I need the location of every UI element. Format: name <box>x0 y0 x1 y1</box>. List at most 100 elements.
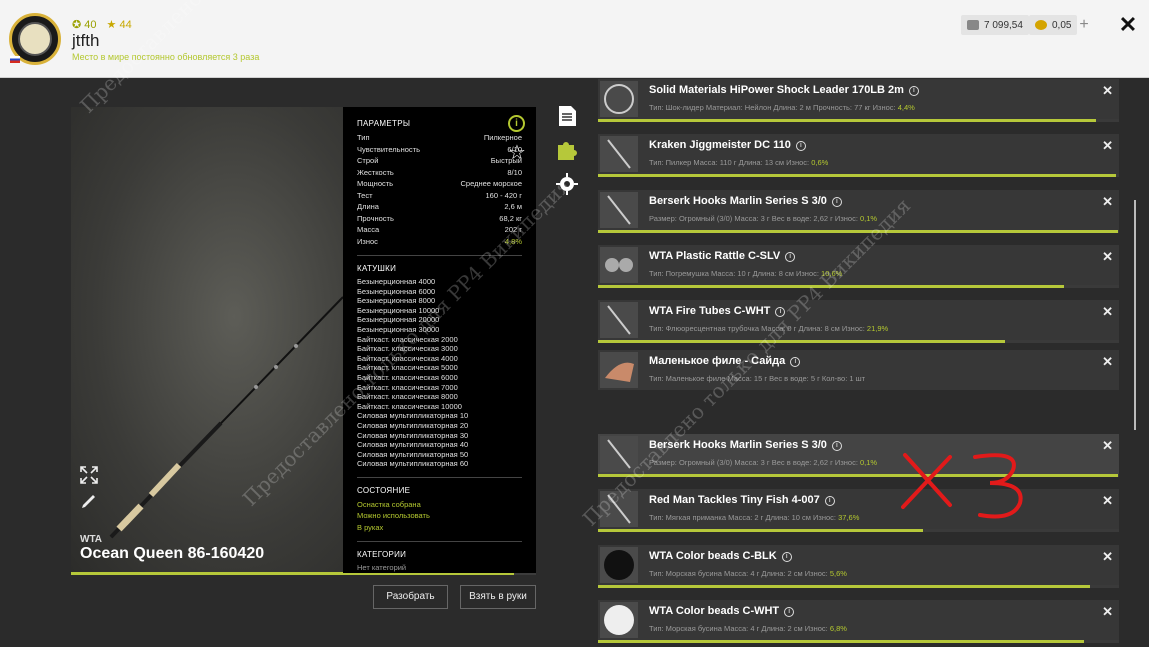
tackle-wear: 6,8% <box>829 624 847 633</box>
silver-amount: 7 099,54 <box>984 19 1023 31</box>
info-icon[interactable]: i <box>784 607 795 617</box>
remove-item-icon[interactable]: ✕ <box>1102 493 1113 509</box>
tackle-item[interactable]: Berserk Hooks Marlin Series S 3/0 i Размер… <box>598 190 1119 230</box>
tackle-durability-fill <box>598 529 924 532</box>
remove-item-icon[interactable]: ✕ <box>1102 304 1113 320</box>
param-name: Длина <box>357 202 379 211</box>
params-list: Тип Пилкерное Чувствительность 6/10 Строй Быс… <box>357 132 522 247</box>
remove-item-icon[interactable]: ✕ <box>1102 249 1113 265</box>
tackle-description: Тип: Шок-лидер Материал: Нейлон Длина: 2… <box>649 103 915 112</box>
reel-item: Байткаст. классическая 5000 <box>357 363 458 373</box>
info-icon[interactable]: i <box>790 357 801 367</box>
tackle-durability-fill <box>598 585 1090 588</box>
param-name: Масса <box>357 225 380 234</box>
info-icon[interactable]: i <box>824 496 835 506</box>
remove-item-icon[interactable]: ✕ <box>1102 604 1113 620</box>
state-title: СОСТОЯНИЕ <box>357 485 411 495</box>
info-icon[interactable]: i <box>795 141 806 151</box>
rod-brand: WTA <box>80 534 103 545</box>
reel-item: Силовая мультипликаторная 20 <box>357 420 469 430</box>
tackle-wear: 37,6% <box>838 513 860 522</box>
info-icon[interactable]: i <box>775 307 786 317</box>
tackle-name: Kraken Jiggmeister DC 110 i <box>649 139 806 151</box>
tackle-item[interactable]: Red Man Tackles Tiny Fish 4-007 i Тип: Мяг… <box>598 489 1119 529</box>
favorite-star-icon[interactable]: ☆ <box>508 140 526 165</box>
info-icon[interactable]: i <box>508 115 525 132</box>
param-row: Тест 160 - 420 г <box>357 190 522 202</box>
info-icon[interactable]: i <box>785 252 796 262</box>
tackle-item[interactable]: WTA Plastic Rattle C-SLV i Тип: Погремушка… <box>598 245 1119 285</box>
state-item: Оснастка собрана <box>357 499 421 509</box>
disassemble-button[interactable]: Разобрать <box>373 585 448 609</box>
tackle-item[interactable]: WTA Color beads C-WHT i Тип: Морская бусин… <box>598 600 1119 640</box>
tackle-durability-fill <box>598 285 1064 288</box>
tackle-name-text: WTA Fire Tubes C-WHT <box>649 305 771 317</box>
tackle-name: Маленькое филе - Сайда i <box>649 355 801 367</box>
tackle-description-text: Тип: Флюоресцентная трубочка Масса: 0 г … <box>649 324 867 333</box>
tackle-name-text: Solid Materials HiPower Shock Leader 170… <box>649 84 904 96</box>
add-currency-button[interactable]: + <box>1074 15 1094 35</box>
tackle-description-text: Тип: Морская бусина Масса: 4 г Длина: 2 … <box>649 569 830 578</box>
param-name: Жесткость <box>357 167 394 177</box>
param-row: Жесткость 8/10 <box>357 167 522 179</box>
tackle-item[interactable]: Solid Materials HiPower Shock Leader 170… <box>598 79 1119 119</box>
remove-item-icon[interactable]: ✕ <box>1102 354 1113 370</box>
remove-item-icon[interactable]: ✕ <box>1102 83 1113 99</box>
tackle-description-text: Тип: Маленькое филе Масса: 15 г Вес в во… <box>649 374 866 383</box>
tackle-durability-fill <box>598 640 1084 643</box>
param-name: Прочность <box>357 213 394 223</box>
divider <box>357 541 522 543</box>
tackle-durability-fill <box>598 340 1005 343</box>
tackle-thumbnail <box>600 81 638 117</box>
scrollbar[interactable] <box>1134 200 1136 430</box>
categories-title: КАТЕГОРИИ <box>357 550 407 560</box>
categories-value: Нет категорий <box>357 563 407 573</box>
info-icon[interactable]: i <box>908 86 919 96</box>
gold-coin-icon <box>1035 20 1047 30</box>
document-icon[interactable] <box>556 105 578 127</box>
tackle-thumbnail <box>600 602 638 638</box>
remove-item-icon[interactable]: ✕ <box>1102 138 1113 154</box>
take-in-hands-button[interactable]: Взять в руки <box>460 585 536 609</box>
reel-item: Силовая мультипликаторная 30 <box>357 430 469 440</box>
tackle-item[interactable]: Berserk Hooks Marlin Series S 3/0 i Размер… <box>598 434 1119 474</box>
tackle-wear: 0,6% <box>811 158 829 167</box>
tackle-name-text: Berserk Hooks Marlin Series S 3/0 <box>649 195 827 207</box>
close-icon[interactable]: ✕ <box>1118 14 1138 36</box>
expand-icon[interactable] <box>80 466 98 484</box>
puzzle-icon[interactable] <box>556 139 578 161</box>
info-icon[interactable]: i <box>831 197 842 207</box>
tackle-name: WTA Fire Tubes C-WHT i <box>649 305 786 317</box>
tackle-description-text: Тип: Пилкер Масса: 110 г Длина: 13 см Из… <box>649 158 812 167</box>
info-icon[interactable]: i <box>831 441 842 451</box>
tackle-thumbnail <box>600 302 638 338</box>
param-value: 160 - 420 г <box>485 190 522 200</box>
x3-annotation <box>901 453 1023 519</box>
tackle-item[interactable]: Kraken Jiggmeister DC 110 i Тип: Пилкер Ма… <box>598 134 1119 174</box>
state-item: Можно использовать <box>357 511 430 521</box>
param-row: Износ 4,8% <box>357 236 522 248</box>
gold-balance: 0,05 <box>1029 15 1078 35</box>
divider <box>357 476 522 478</box>
tackle-wear: 4,4% <box>897 103 915 112</box>
tackle-item[interactable]: WTA Color beads C-BLK i Тип: Морская бусин… <box>598 545 1119 585</box>
tackle-item[interactable]: WTA Fire Tubes C-WHT i Тип: Флюоресцентная… <box>598 300 1119 340</box>
remove-item-icon[interactable]: ✕ <box>1102 438 1113 454</box>
tackle-thumbnail <box>600 192 638 228</box>
remove-item-icon[interactable]: ✕ <box>1102 194 1113 210</box>
reel-item: Силовая мультипликаторная 60 <box>357 459 469 469</box>
silver-balance: 7 099,54 <box>961 15 1029 35</box>
param-row: Чувствительность 6/10 <box>357 144 522 156</box>
reel-item: Байткаст. классическая 7000 <box>357 382 458 392</box>
info-icon[interactable]: i <box>781 552 792 562</box>
gear-icon[interactable] <box>556 173 578 195</box>
param-row: Строй Быстрый <box>357 155 522 167</box>
tackle-description-text: Тип: Мягкая приманка Масса: 2 г Длина: 1… <box>649 513 839 522</box>
param-name: Чувствительность <box>357 144 420 154</box>
remove-item-icon[interactable]: ✕ <box>1102 549 1113 565</box>
reels-title: КАТУШКИ <box>357 264 397 273</box>
param-value: Среднее морское <box>460 179 523 188</box>
edit-icon[interactable] <box>80 492 98 510</box>
param-row: Тип Пилкерное <box>357 132 522 144</box>
tackle-item[interactable]: Маленькое филе - Сайда i Тип: Маленькое фи… <box>598 350 1119 390</box>
